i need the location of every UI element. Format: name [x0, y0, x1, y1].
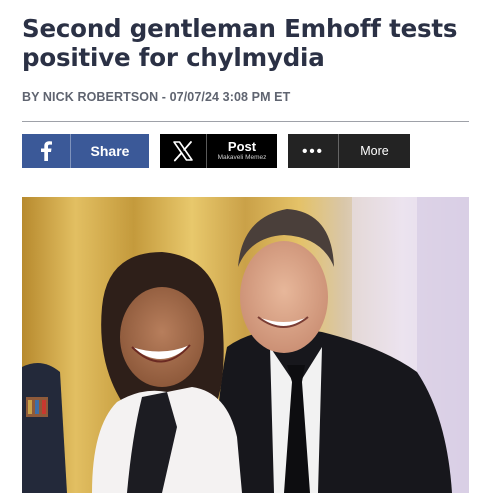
more-share-button[interactable]: ••• More	[288, 134, 410, 168]
facebook-share-button[interactable]: Share	[22, 134, 149, 168]
divider	[22, 121, 469, 122]
more-label: More	[360, 144, 389, 158]
x-post-button[interactable]: Post Makaveli Memez	[160, 134, 277, 168]
facebook-share-label: Share	[90, 143, 130, 159]
article-headline: Second gentleman Emhoff tests positive f…	[22, 14, 458, 72]
x-logo-icon	[160, 134, 207, 168]
article-photo	[22, 197, 469, 493]
ellipsis-icon: •••	[288, 134, 339, 168]
share-bar: Share Post Makaveli Memez ••• More	[22, 134, 470, 168]
facebook-icon	[22, 134, 71, 168]
x-post-text: Post Makaveli Memez	[207, 134, 277, 168]
x-post-label: Post	[227, 139, 257, 154]
watermark-text: Makaveli Memez	[217, 154, 267, 161]
article-byline: BY NICK ROBERTSON - 07/07/24 3:08 PM ET	[22, 90, 291, 104]
